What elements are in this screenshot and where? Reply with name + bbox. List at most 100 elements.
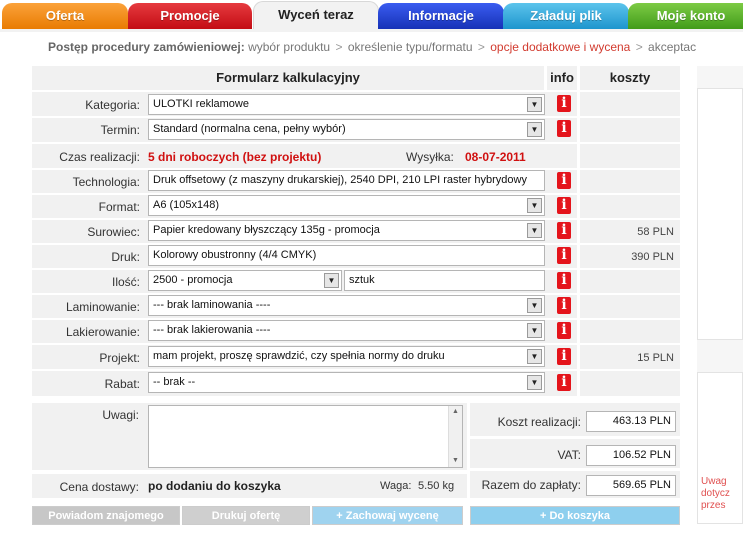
info-icon[interactable]: i xyxy=(557,222,571,239)
delivery-label: Cena dostawy: xyxy=(59,480,139,494)
laminowanie-value: --- brak laminowania ---- xyxy=(153,299,271,311)
main-tabs: Oferta Promocje Wyceń teraz Informacje Z… xyxy=(0,0,743,32)
tab-informacje[interactable]: Informacje xyxy=(378,3,504,30)
format-label: Format: xyxy=(98,200,140,214)
row-divider xyxy=(32,369,680,371)
lakierowanie-label: Lakierowanie: xyxy=(65,325,140,339)
tab-oferta[interactable]: Oferta xyxy=(2,3,128,30)
lakierowanie-value: --- brak lakierowania ---- xyxy=(153,324,271,336)
ilosc-label: Ilość: xyxy=(111,275,140,289)
info-icon[interactable]: i xyxy=(557,374,571,391)
druk-field[interactable]: Kolorowy obustronny (4/4 CMYK) xyxy=(148,245,545,266)
ilosc-unit: sztuk xyxy=(344,270,545,291)
chevron-down-icon: ▼ xyxy=(527,223,542,238)
format-value: A6 (105x148) xyxy=(153,199,220,211)
scroll-up-icon[interactable]: ▲ xyxy=(449,406,462,418)
uwagi-textarea[interactable]: ▲ ▼ xyxy=(148,405,463,468)
rabat-value: -- brak -- xyxy=(153,376,196,388)
info-column-header: info xyxy=(547,66,577,90)
projekt-select[interactable]: mam projekt, proszę sprawdzić, czy spełn… xyxy=(148,346,545,367)
breadcrumb-step-current: opcje dodatkowe i wycena xyxy=(490,40,631,54)
summary-divider xyxy=(470,436,680,439)
kategoria-label: Kategoria: xyxy=(85,98,140,112)
info-icon[interactable]: i xyxy=(557,322,571,339)
row-divider xyxy=(32,142,680,144)
breadcrumb: Postęp procedury zamówieniowej: wybór pr… xyxy=(48,40,696,54)
termin-select[interactable]: Standard (normalna cena, pełny wybór) ▼ xyxy=(148,119,545,140)
chevron-down-icon: ▼ xyxy=(324,273,339,288)
razem-value: 569.65 PLN xyxy=(586,475,676,496)
tab-zaladuj-plik[interactable]: Załaduj plik xyxy=(503,3,629,30)
ilosc-select[interactable]: 2500 - promocja ▼ xyxy=(148,270,342,291)
print-offer-button[interactable]: Drukuj ofertę xyxy=(182,506,310,525)
uwagi-label: Uwagi: xyxy=(102,408,139,422)
chevron-down-icon: ▼ xyxy=(527,323,542,338)
koszt-value: 463.13 PLN xyxy=(586,411,676,432)
surowiec-select[interactable]: Papier kredowany błyszczący 135g - promo… xyxy=(148,220,545,241)
summary-divider xyxy=(470,468,680,471)
surowiec-value: Papier kredowany błyszczący 135g - promo… xyxy=(153,224,380,236)
wysylka-label: Wysyłka: xyxy=(406,150,454,164)
info-icon[interactable]: i xyxy=(557,272,571,289)
breadcrumb-step-2[interactable]: określenie typu/formatu xyxy=(348,40,473,54)
tab-underline xyxy=(0,29,743,32)
technologia-field[interactable]: Druk offsetowy (z maszyny drukarskiej), … xyxy=(148,170,545,191)
termin-label: Termin: xyxy=(100,123,140,137)
recommend-button[interactable]: Powiadom znajomego xyxy=(32,506,180,525)
breadcrumb-separator: > xyxy=(477,40,485,54)
info-icon[interactable]: i xyxy=(557,120,571,137)
breadcrumb-step-1[interactable]: wybór produktu xyxy=(248,40,330,54)
surowiec-label: Surowiec: xyxy=(87,225,140,239)
projekt-cost: 15 PLN xyxy=(637,352,674,364)
lakierowanie-select[interactable]: --- brak lakierowania ---- ▼ xyxy=(148,320,545,341)
czas-value: 5 dni roboczych (bez projektu) xyxy=(148,150,322,164)
breadcrumb-step-4: akceptac xyxy=(648,40,697,54)
weight-value: 5.50 kg xyxy=(418,480,455,492)
czas-label: Czas realizacji: xyxy=(59,150,140,164)
termin-value: Standard (normalna cena, pełny wybór) xyxy=(153,123,346,135)
rabat-label: Rabat: xyxy=(104,377,140,391)
projekt-label: Projekt: xyxy=(99,351,140,365)
koszt-label: Koszt realizacji: xyxy=(497,415,581,429)
info-icon[interactable]: i xyxy=(557,197,571,214)
chevron-down-icon: ▼ xyxy=(527,375,542,390)
scroll-down-icon[interactable]: ▼ xyxy=(449,455,462,467)
laminowanie-select[interactable]: --- brak laminowania ---- ▼ xyxy=(148,295,545,316)
tab-moje-konto[interactable]: Moje konto xyxy=(628,3,743,30)
chevron-down-icon: ▼ xyxy=(527,198,542,213)
right-panel-box xyxy=(697,88,743,340)
costs-column-header: koszty xyxy=(580,66,680,90)
save-quote-button[interactable]: + Zachowaj wycenę xyxy=(312,506,463,525)
rabat-select[interactable]: -- brak -- ▼ xyxy=(148,372,545,393)
weight-label: Waga: xyxy=(380,480,412,492)
chevron-down-icon: ▼ xyxy=(527,122,542,137)
info-icon[interactable]: i xyxy=(557,95,571,112)
right-side-panel: Uwag dotycz przes xyxy=(697,66,743,524)
technologia-label: Technologia: xyxy=(72,175,140,189)
breadcrumb-label: Postęp procedury zamówieniowej: xyxy=(48,40,245,54)
form-title: Formularz kalkulacyjny xyxy=(32,66,544,90)
info-icon[interactable]: i xyxy=(557,247,571,264)
right-panel-note: Uwag dotycz przes xyxy=(701,476,730,511)
wysylka-date: 08-07-2011 xyxy=(465,150,526,164)
row-divider xyxy=(32,116,680,118)
info-icon[interactable]: i xyxy=(557,172,571,189)
kategoria-value: ULOTKI reklamowe xyxy=(153,98,249,110)
chevron-down-icon: ▼ xyxy=(527,298,542,313)
textarea-scrollbar[interactable]: ▲ ▼ xyxy=(448,406,462,467)
druk-label: Druk: xyxy=(111,250,140,264)
info-icon[interactable]: i xyxy=(557,348,571,365)
tab-wycen-teraz[interactable]: Wyceń teraz xyxy=(253,1,379,30)
delivery-value: po dodaniu do koszyka xyxy=(148,479,281,493)
tab-promocje[interactable]: Promocje xyxy=(128,3,252,30)
add-to-cart-button[interactable]: + Do koszyka xyxy=(470,506,680,525)
format-select[interactable]: A6 (105x148) ▼ xyxy=(148,195,545,216)
info-icon[interactable]: i xyxy=(557,297,571,314)
chevron-down-icon: ▼ xyxy=(527,97,542,112)
druk-cost: 390 PLN xyxy=(631,251,674,263)
breadcrumb-separator: > xyxy=(335,40,343,54)
vat-label: VAT: xyxy=(557,448,581,462)
kategoria-select[interactable]: ULOTKI reklamowe ▼ xyxy=(148,94,545,115)
vat-value: 106.52 PLN xyxy=(586,445,676,466)
breadcrumb-separator: > xyxy=(635,40,643,54)
